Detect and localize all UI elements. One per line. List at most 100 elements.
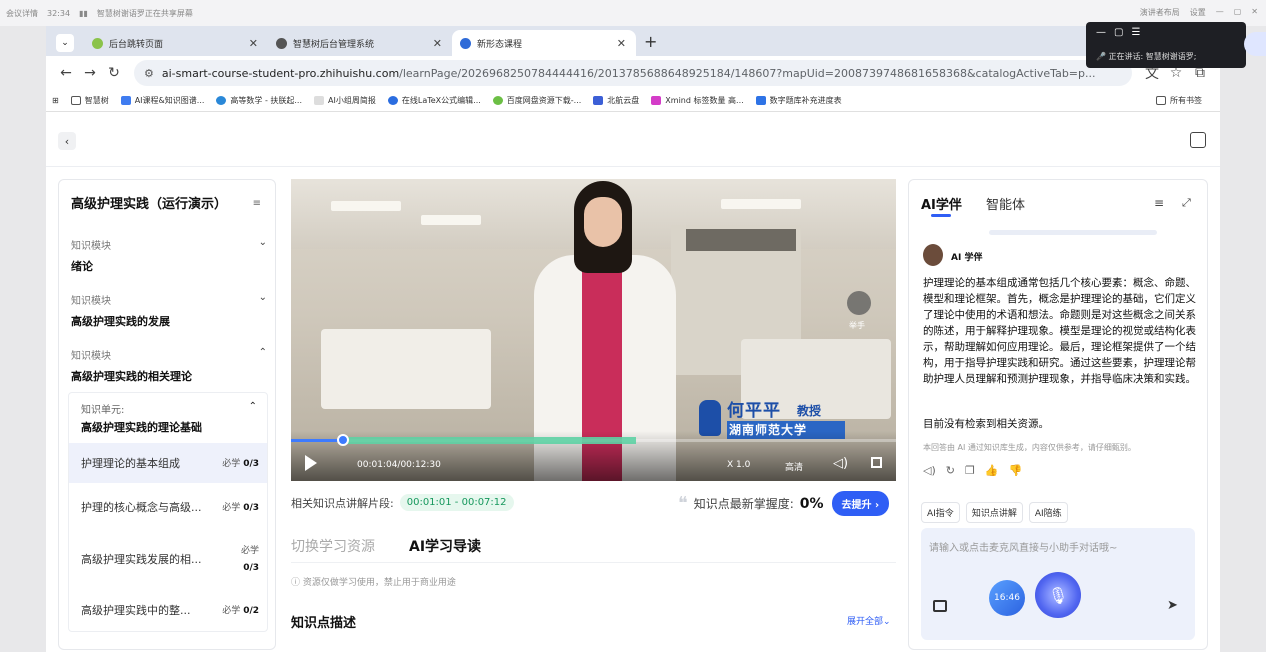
active-tab-indicator (931, 214, 951, 217)
share-status-text: 智慧树谢语罗正在共享屏幕 (96, 8, 193, 18)
chevron-up-icon[interactable]: ⌃ (259, 347, 267, 358)
expand-icon[interactable]: ⤢ (1182, 196, 1191, 210)
knowledge-explain-chip[interactable]: 知识点讲解 (965, 502, 1023, 523)
point-name: 护理理论的基本组成 (81, 457, 180, 470)
list-collapse-icon[interactable]: ≡ (253, 198, 261, 209)
regenerate-icon[interactable]: ↻ (946, 464, 955, 477)
tab-ai-guide[interactable]: AI学习导读 (409, 536, 481, 556)
browser-window: ⌄ 后台跳转页面 ✕ 智慧树后台管理系统 ✕ 新形态课程 ✕ + ← → ↻ ⚙… (46, 26, 1220, 652)
improve-button[interactable]: 去提升 › (831, 491, 890, 516)
chat-input-box[interactable]: 请输入或点击麦克风直接与小助手对话哦~ 16:46 🎙 ➤ (921, 528, 1195, 640)
scroll-indicator (989, 230, 1157, 235)
speaker-title: 教授 (797, 404, 822, 418)
highlight-segment (340, 437, 637, 444)
knowledge-point-item[interactable]: 高级护理实践发展的相... 必学 0/3 (69, 533, 267, 583)
mastery-label: 知识点最新掌握度: (693, 497, 794, 511)
tab-search-icon[interactable]: ⌄ (56, 34, 74, 52)
bookmark-item[interactable]: 百度网盘资源下载-... (492, 95, 581, 106)
tab-redirect[interactable]: 后台跳转页面 ✕ (84, 30, 268, 56)
send-icon[interactable]: ➤ (1167, 598, 1178, 613)
back-icon[interactable]: ← (54, 65, 78, 81)
thumbs-down-icon[interactable]: 👎 (1009, 464, 1023, 477)
back-button[interactable]: ‹ (58, 132, 76, 150)
maximize-icon[interactable]: ▢ (1234, 7, 1242, 18)
module-kind: 知识模块 (71, 296, 111, 307)
quality-selector[interactable]: 高清 (785, 460, 803, 473)
knowledge-point-item[interactable]: 高级护理实践中的整... 必学 0/2 (69, 590, 267, 630)
side-dock-tab[interactable] (1244, 32, 1266, 56)
meeting-details-link[interactable]: 会议详情 (6, 8, 38, 19)
menu-icon[interactable]: ☰ (1131, 27, 1140, 38)
point-requirement: 必学 0/3 (222, 503, 259, 513)
bookmark-item[interactable]: Xmind 标签数量 高... (651, 95, 744, 106)
module-item[interactable]: 知识模块 高级护理实践的相关理论 ⌃ (71, 347, 267, 384)
bookmark-item[interactable]: AI课程&知识图谱... (120, 95, 204, 106)
thumbs-up-icon[interactable]: 👍 (985, 464, 999, 477)
tab-switch-resource[interactable]: 切换学习资源 (291, 536, 375, 556)
chevron-down-icon[interactable]: ⌄ (259, 292, 267, 303)
bookmark-item[interactable]: 在线LaTeX公式编辑... (387, 95, 481, 106)
copy-icon[interactable]: ❐ (965, 464, 975, 477)
expand-all-link[interactable]: 展开全部⌄ (847, 614, 891, 627)
tab-agent[interactable]: 智能体 (986, 194, 1025, 213)
speaker-layout-button[interactable]: 演讲者布局 (1140, 7, 1180, 18)
minimize-icon[interactable]: — (1216, 7, 1224, 18)
speaker-icon[interactable]: ◁) (923, 464, 936, 477)
no-result-text: 目前没有检索到相关资源。 (923, 418, 1049, 430)
playback-speed[interactable]: X 1.0 (727, 460, 750, 470)
image-upload-icon[interactable] (933, 600, 947, 612)
forward-icon[interactable]: → (78, 65, 102, 81)
quick-chips: AI指令 知识点讲解 AI陪练 (921, 502, 1068, 523)
bot-name: AI 学伴 (951, 253, 983, 263)
menu-icon[interactable]: ≡ (1154, 196, 1164, 210)
new-tab-button[interactable]: + (644, 32, 657, 51)
video-player[interactable]: 举手 何平平 教授 湖南师范大学 00:01:04/00:12:30 X 1.0… (291, 179, 896, 481)
chevron-down-icon[interactable]: ⌄ (259, 237, 267, 248)
progress-played (291, 439, 343, 442)
knowledge-point-item[interactable]: 护理的核心概念与高级... 必学 0/3 (69, 487, 267, 527)
related-range[interactable]: 00:01:01 - 00:07:12 (399, 494, 514, 511)
speaker-name: 何平平 (727, 401, 781, 421)
url-field[interactable]: ⚙ ai-smart-course-student-pro.zhihuishu.… (134, 60, 1132, 86)
bookmark-item[interactable]: 高等数学 - 扶朕起... (216, 95, 302, 106)
bookmark-item[interactable]: 智慧树 (70, 95, 109, 106)
microphone-icon[interactable]: 🎙 (1035, 572, 1081, 618)
overlay-controls: — ▢ ☰ (1096, 27, 1140, 38)
mastery-value: 0% (799, 495, 824, 512)
progress-knob[interactable] (336, 434, 349, 446)
tab-close-icon[interactable]: ✕ (617, 37, 626, 50)
volume-icon[interactable]: ◁) (833, 456, 848, 471)
tab-ai-companion[interactable]: AI学伴 (921, 194, 962, 213)
module-item[interactable]: 知识模块 高级护理实践的发展 ⌄ (71, 292, 267, 329)
window-icon[interactable]: ▢ (1114, 27, 1123, 38)
globe-icon (276, 37, 287, 49)
fullscreen-icon[interactable] (871, 457, 882, 468)
site-info-icon[interactable]: ⚙ (144, 67, 154, 80)
info-icon: ⓘ (291, 578, 303, 588)
tab-course[interactable]: 新形态课程 ✕ (452, 30, 636, 56)
settings-button[interactable]: 设置 (1190, 7, 1206, 18)
ai-command-chip[interactable]: AI指令 (921, 502, 960, 523)
ai-practice-chip[interactable]: AI陪练 (1028, 502, 1068, 523)
tab-close-icon[interactable]: ✕ (433, 37, 442, 50)
chevron-up-icon[interactable]: ⌃ (249, 401, 257, 412)
bookmark-item[interactable]: 数字题库补充进度表 (755, 95, 842, 106)
notes-icon[interactable] (1190, 132, 1206, 148)
close-icon[interactable]: ✕ (1251, 7, 1258, 18)
bookmark-item[interactable]: AI小组周简报 (314, 95, 376, 106)
bookmark-item[interactable]: 北航云盘 (593, 95, 639, 106)
knowledge-point-item[interactable]: 护理理论的基本组成 必学 0/3 (69, 443, 267, 483)
tab-label: 智慧树后台管理系统 (293, 39, 375, 50)
usage-notice: ⓘ 资源仅做学习使用，禁止用于商业用途 (291, 578, 456, 588)
tab-close-icon[interactable]: ✕ (249, 37, 258, 50)
site-favicon-icon (92, 37, 103, 49)
minimize-icon[interactable]: — (1096, 27, 1106, 38)
raise-hand-icon[interactable] (847, 291, 871, 315)
reload-icon[interactable]: ↻ (102, 65, 126, 81)
tab-admin[interactable]: 智慧树后台管理系统 ✕ (268, 30, 452, 56)
play-icon[interactable] (305, 455, 317, 471)
all-bookmarks-button[interactable]: 所有书签 (1156, 95, 1202, 106)
module-item[interactable]: 知识模块 绪论 ⌄ (71, 237, 267, 274)
point-name: 高级护理实践中的整... (81, 604, 191, 617)
apps-icon[interactable]: ⊞ (52, 96, 59, 105)
